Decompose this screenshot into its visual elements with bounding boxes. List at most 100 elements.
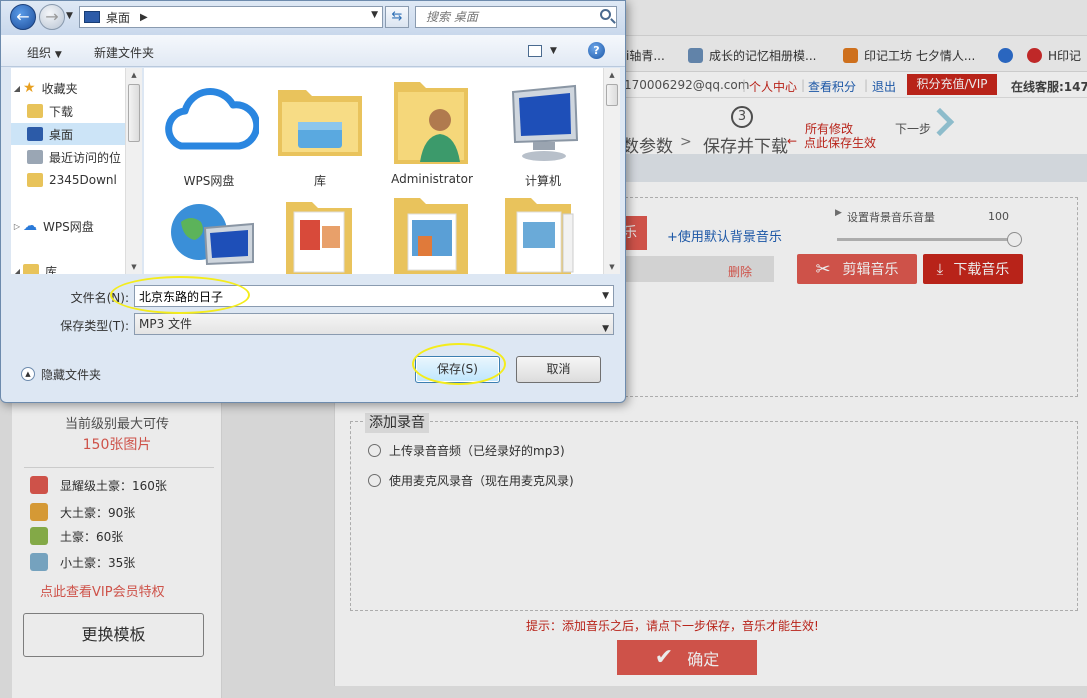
folder-icon	[505, 198, 574, 274]
expand-arrow-icon: ▶	[835, 208, 842, 218]
organize-menu[interactable]: 组织 ▼	[27, 44, 62, 61]
breadcrumb-arrow-icon[interactable]: ▶	[140, 12, 148, 23]
max-upload-value: 150张图片	[82, 437, 152, 453]
tree-item-2345downloads[interactable]: 2345Downl	[11, 169, 139, 191]
view-options-icon[interactable]	[528, 45, 542, 57]
volume-slider[interactable]	[837, 238, 1012, 241]
tree-item-recent[interactable]: 最近访问的位	[11, 146, 139, 168]
scroll-down-icon[interactable]: ▼	[604, 260, 620, 274]
arrow-left-icon: ←	[16, 7, 30, 26]
file-item-network[interactable]	[159, 192, 259, 274]
points-link[interactable]: 查看积分	[808, 78, 856, 95]
swap-template-button[interactable]: 更换模板	[23, 613, 204, 657]
vip-privilege-link[interactable]: 点此查看VIP会员特权	[40, 581, 165, 600]
desktop-icon	[84, 11, 100, 23]
scroll-down-icon[interactable]: ▼	[126, 260, 142, 274]
filename-input[interactable]	[135, 286, 575, 306]
folder-icon	[27, 104, 43, 118]
page-icon	[688, 47, 703, 63]
volume-slider-handle[interactable]	[1007, 232, 1022, 247]
download-music-button[interactable]: ⤓ 下载音乐	[923, 254, 1023, 284]
bookmark-item[interactable]: 印记工坊 七夕情人...	[843, 46, 975, 64]
filetype-select[interactable]: MP3 文件 ▼	[134, 313, 614, 335]
save-button[interactable]: 保存(S)	[415, 356, 500, 383]
search-input[interactable]	[416, 7, 586, 27]
use-default-music-link[interactable]: +使用默认背景音乐	[667, 226, 782, 245]
personal-center-link[interactable]: 个人中心	[749, 78, 797, 95]
delete-music-link[interactable]: 删除	[728, 263, 752, 280]
refresh-button[interactable]: ⇆	[385, 6, 409, 28]
level-item: 大土豪：90张	[30, 503, 135, 521]
hide-folders-label: 隐藏文件夹	[41, 367, 102, 382]
tree-item-desktop[interactable]: 桌面	[11, 123, 139, 145]
address-bar[interactable]: 桌面 ▶ ▼	[79, 6, 383, 28]
tree-item-label: 最近访问的位	[49, 150, 122, 165]
tree-item-library[interactable]: ◢ 库	[11, 260, 139, 274]
bookmark-item[interactable]: 成长的记忆相册模...	[688, 46, 816, 64]
library-icon	[23, 264, 39, 274]
caret-down-icon[interactable]: ▼	[550, 46, 557, 56]
file-item-administrator[interactable]: Administrator	[382, 76, 482, 188]
chevron-down-icon[interactable]: ▼	[602, 291, 609, 301]
chevron-down-icon[interactable]: ▼	[371, 10, 378, 20]
file-item-folder[interactable]	[493, 192, 593, 274]
vip-recharge-button[interactable]: 积分充值/VIP	[907, 74, 997, 95]
help-icon[interactable]: ?	[588, 42, 605, 59]
tree-scrollbar[interactable]: ▲ ▼	[125, 68, 142, 274]
bookmark-item[interactable]	[998, 46, 1019, 64]
download-music-label: 下载音乐	[953, 262, 1010, 278]
filename-combobox[interactable]: ▼	[134, 285, 614, 307]
tree-item-label: 2345Downl	[49, 173, 117, 187]
dialog-toolbar: 组织 ▼ 新建文件夹 ▼ ?	[1, 35, 625, 67]
upload-recording-option[interactable]: 上传录音音频（已经录好的mp3)	[368, 442, 565, 458]
bookmark-item[interactable]: ⅰ轴青...	[626, 46, 665, 64]
radio-button[interactable]	[368, 443, 381, 457]
file-item-wps-cloud[interactable]: WPS网盘	[159, 76, 261, 188]
level-label: 显耀级土豪：160张	[60, 478, 167, 493]
divider: |	[742, 78, 747, 92]
tree-item-label: WPS网盘	[43, 219, 94, 234]
collapsed-arrow-icon[interactable]: ▷	[11, 222, 23, 231]
tree-item-wps-cloud[interactable]: ▷ ☁ WPS网盘	[11, 215, 139, 237]
file-list-scrollbar[interactable]: ▲ ▼	[603, 68, 620, 274]
bookmark-item[interactable]: H印记	[1027, 46, 1081, 64]
back-button[interactable]: ←	[10, 4, 36, 30]
folder-icon	[394, 198, 468, 274]
logout-link[interactable]: 退出	[872, 78, 896, 95]
hide-folders-toggle[interactable]: ▲ 隐藏文件夹	[21, 365, 101, 383]
weibo-icon	[1027, 47, 1042, 63]
file-label: Administrator	[391, 172, 473, 186]
tree-item-favorites[interactable]: ◢ ★ 收藏夹	[11, 77, 139, 99]
mic-recording-option[interactable]: 使用麦克风录音（现在用麦克风录)	[368, 472, 574, 488]
scroll-up-icon[interactable]: ▲	[604, 68, 620, 82]
file-item-library[interactable]: 库	[270, 76, 370, 188]
file-item-folder[interactable]	[382, 192, 482, 274]
file-item-folder[interactable]	[270, 192, 370, 274]
scrollbar-thumb[interactable]	[128, 84, 140, 142]
collapse-up-icon: ▲	[21, 367, 35, 381]
new-folder-button[interactable]: 新建文件夹	[94, 44, 154, 61]
forward-button[interactable]: →	[39, 4, 65, 30]
caret-down-icon: ▼	[54, 50, 62, 60]
browser-icon	[998, 47, 1013, 63]
scrollbar-thumb[interactable]	[606, 84, 618, 106]
expanded-arrow-icon[interactable]: ◢	[11, 267, 23, 275]
radio-button[interactable]	[368, 473, 381, 487]
chevron-down-icon[interactable]: ▼	[602, 319, 609, 339]
save-note-line2[interactable]: 点此保存生效	[804, 134, 876, 151]
search-icon[interactable]	[600, 9, 611, 20]
confirm-button[interactable]: ✔ 确定	[617, 640, 757, 675]
cancel-button[interactable]: 取消	[516, 356, 601, 383]
bookmark-label: ⅰ轴青...	[626, 48, 665, 63]
edit-music-label: 剪辑音乐	[842, 262, 899, 278]
address-text: 桌面	[106, 10, 131, 25]
file-item-computer[interactable]: 计算机	[493, 76, 593, 188]
scroll-up-icon[interactable]: ▲	[126, 68, 142, 82]
search-box[interactable]	[415, 6, 617, 28]
divider: |	[801, 78, 806, 92]
expanded-arrow-icon[interactable]: ◢	[11, 84, 23, 93]
tree-item-downloads[interactable]: 下载	[11, 100, 139, 122]
edit-music-button[interactable]: ✂ 剪辑音乐	[797, 254, 917, 284]
history-dropdown-icon[interactable]: ▼	[66, 11, 73, 21]
folder-icon	[286, 202, 352, 274]
